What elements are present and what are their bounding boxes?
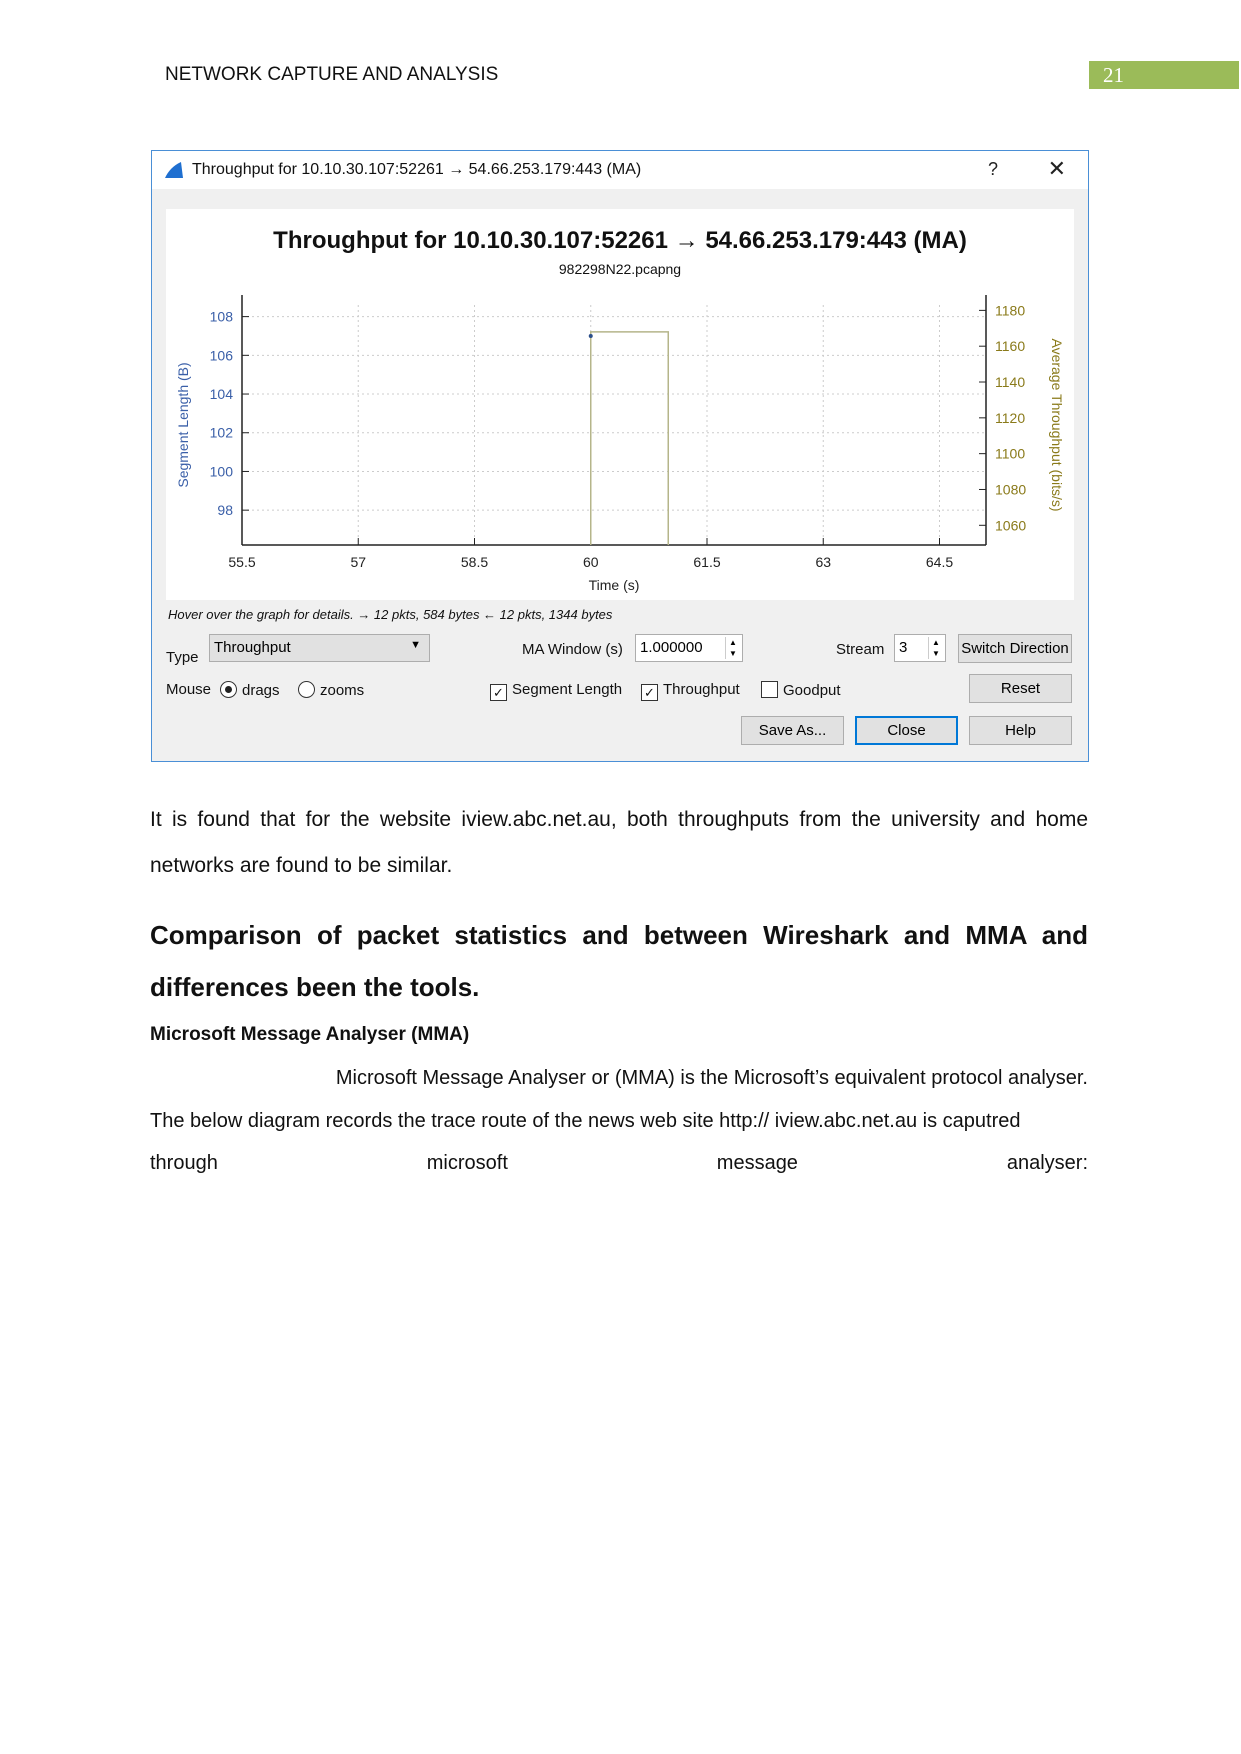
y2-axis-label: Average Throughput (bits/s) (1049, 338, 1065, 511)
word: through (150, 1152, 218, 1174)
throughput-chart[interactable]: 55.5 57 58.5 60 61.5 63 64.5 98 100 102 104 106 108 1… (166, 209, 1074, 600)
y-axis-label: Segment Length (B) (175, 362, 191, 487)
y2-tick-label: 1080 (995, 481, 1026, 497)
drags-label: drags (242, 682, 280, 699)
y-tick-label: 108 (210, 309, 234, 325)
segment-length-point (588, 333, 593, 338)
radio-selected-icon[interactable] (220, 681, 237, 698)
running-header: NETWORK CAPTURE AND ANALYSIS (165, 64, 499, 85)
y-tick-label: 104 (210, 386, 234, 402)
checkbox-checked-icon[interactable]: ✓ (641, 684, 658, 701)
drags-radio[interactable]: drags (220, 681, 280, 699)
stream-value: 3 (899, 639, 908, 656)
y2-tick-label: 1140 (995, 374, 1025, 390)
x-tick-label: 61.5 (693, 554, 720, 570)
goodput-label: Goodput (783, 682, 841, 699)
x-tick-label: 57 (350, 554, 366, 570)
zooms-radio[interactable]: zooms (298, 681, 364, 699)
ma-window-value: 1.000000 (640, 639, 703, 656)
word: microsoft (426, 1152, 508, 1174)
ma-window-spinbox[interactable]: 1.000000 ▲ ▼ (635, 634, 743, 662)
hover-hint: Hover over the graph for details. → 12 p… (168, 607, 613, 622)
throughput-checkbox[interactable]: ✓ Throughput (641, 681, 740, 701)
spin-arrows-icon[interactable]: ▲ ▼ (725, 637, 740, 659)
y-tick-label: 106 (210, 347, 234, 363)
type-label: Type (166, 649, 199, 666)
paragraph-2-line-2: The below diagram records the trace rout… (150, 1110, 1021, 1132)
type-value: Throughput (214, 639, 291, 656)
segment-length-checkbox[interactable]: ✓ Segment Length (490, 681, 622, 701)
y2-tick-label: 1060 (995, 517, 1026, 533)
y2-tick-label: 1120 (995, 410, 1025, 426)
checkbox-checked-icon[interactable]: ✓ (490, 684, 507, 701)
x-tick-label: 64.5 (926, 554, 953, 570)
x-axis-label: Time (s) (589, 577, 640, 593)
spin-arrows-icon[interactable]: ▲ ▼ (928, 637, 943, 659)
ma-window-label: MA Window (s) (522, 641, 623, 658)
throughput-series-line (590, 331, 669, 545)
document-page: NETWORK CAPTURE AND ANALYSIS 21 Throughp… (0, 0, 1241, 1754)
x-tick-label: 55.5 (228, 554, 255, 570)
segment-length-label: Segment Length (512, 681, 623, 698)
paragraph-2-line-3: through microsoft message analyser: (150, 1152, 1088, 1175)
stream-spinbox[interactable]: 3 ▲ ▼ (894, 634, 946, 662)
title-bar: Throughput for 10.10.30.107:52261 → 54.6… (152, 151, 1088, 189)
close-button[interactable]: Close (855, 716, 958, 745)
zooms-label: zooms (320, 682, 365, 699)
window-title: Throughput for 10.10.30.107:52261 → 54.6… (192, 161, 642, 178)
help-icon[interactable]: ? (988, 159, 998, 180)
close-icon[interactable]: ✕ (1048, 156, 1066, 182)
y2-tick-label: 1100 (995, 446, 1025, 462)
checkbox-empty-icon[interactable] (761, 681, 778, 698)
reset-button[interactable]: Reset (969, 674, 1072, 703)
y-tick-label: 100 (210, 463, 234, 479)
word: analyser: (1006, 1152, 1088, 1174)
y-tick-label: 98 (217, 502, 233, 518)
help-button[interactable]: Help (969, 716, 1072, 745)
paragraph-1: It is found that for the website iview.a… (150, 808, 1088, 877)
subsection-heading: Microsoft Message Analyser (MMA) (150, 1024, 470, 1045)
chevron-down-icon: ▼ (410, 639, 421, 651)
throughput-label: Throughput (663, 681, 740, 698)
stream-label: Stream (836, 641, 885, 658)
type-select[interactable]: Throughput ▼ (209, 634, 430, 662)
x-tick-label: 63 (815, 554, 831, 570)
switch-direction-button[interactable]: Switch Direction (958, 634, 1072, 663)
y2-tick-label: 1180 (995, 302, 1025, 318)
mouse-label: Mouse (166, 681, 212, 698)
throughput-dialog-screenshot: Throughput for 10.10.30.107:52261 → 54.6… (151, 150, 1089, 762)
word: message (716, 1152, 798, 1174)
x-tick-label: 58.5 (461, 554, 488, 570)
wireshark-fin-icon (165, 162, 183, 178)
paragraph-2-line-1: Microsoft Message Analyser or (MMA) is t… (335, 1067, 1088, 1089)
y-tick-label: 102 (210, 425, 234, 441)
radio-empty-icon[interactable] (298, 681, 315, 698)
y2-tick-label: 1160 (995, 338, 1025, 354)
section-heading: Comparison of packet statistics and betw… (150, 920, 1088, 1002)
page-number: 21 (1089, 61, 1239, 89)
plot-area[interactable]: Throughput for 10.10.30.107:52261 → 54.6… (166, 209, 1074, 600)
goodput-checkbox[interactable]: Goodput (761, 681, 841, 699)
save-as-button[interactable]: Save As... (741, 716, 844, 745)
x-tick-label: 60 (583, 554, 599, 570)
